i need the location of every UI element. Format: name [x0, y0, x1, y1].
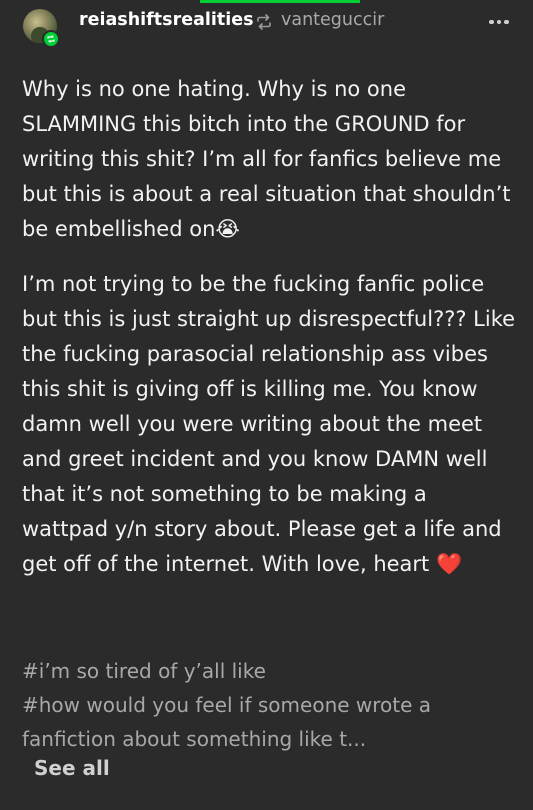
post-paragraph: I’m not trying to be the fucking fanfic …	[22, 272, 516, 576]
post-tags: #i’m so tired of y’all like #how would y…	[22, 654, 517, 756]
more-options-button[interactable]	[485, 13, 513, 31]
avatar[interactable]	[23, 9, 60, 48]
post-paragraph: Why is no one hating. Why is no one SLAM…	[22, 77, 511, 241]
reblog-badge-icon	[42, 30, 60, 48]
reblogged-from-username[interactable]: vanteguccir	[281, 10, 384, 30]
more-options-icon	[489, 19, 494, 25]
reblog-icon	[257, 14, 271, 30]
post-header: reiashiftsrealities vanteguccir	[0, 0, 533, 50]
post-content: Why is no one hating. Why is no one SLAM…	[22, 72, 517, 582]
tag-item[interactable]: #i’m so tired of y’all like	[22, 654, 517, 688]
post-author-username[interactable]: reiashiftsrealities	[79, 10, 254, 30]
see-all-tags-button[interactable]: See all	[34, 756, 110, 780]
tag-item[interactable]: fanfiction about something like t...	[22, 722, 517, 756]
tag-item[interactable]: #how would you feel if someone wrote a	[22, 688, 517, 722]
